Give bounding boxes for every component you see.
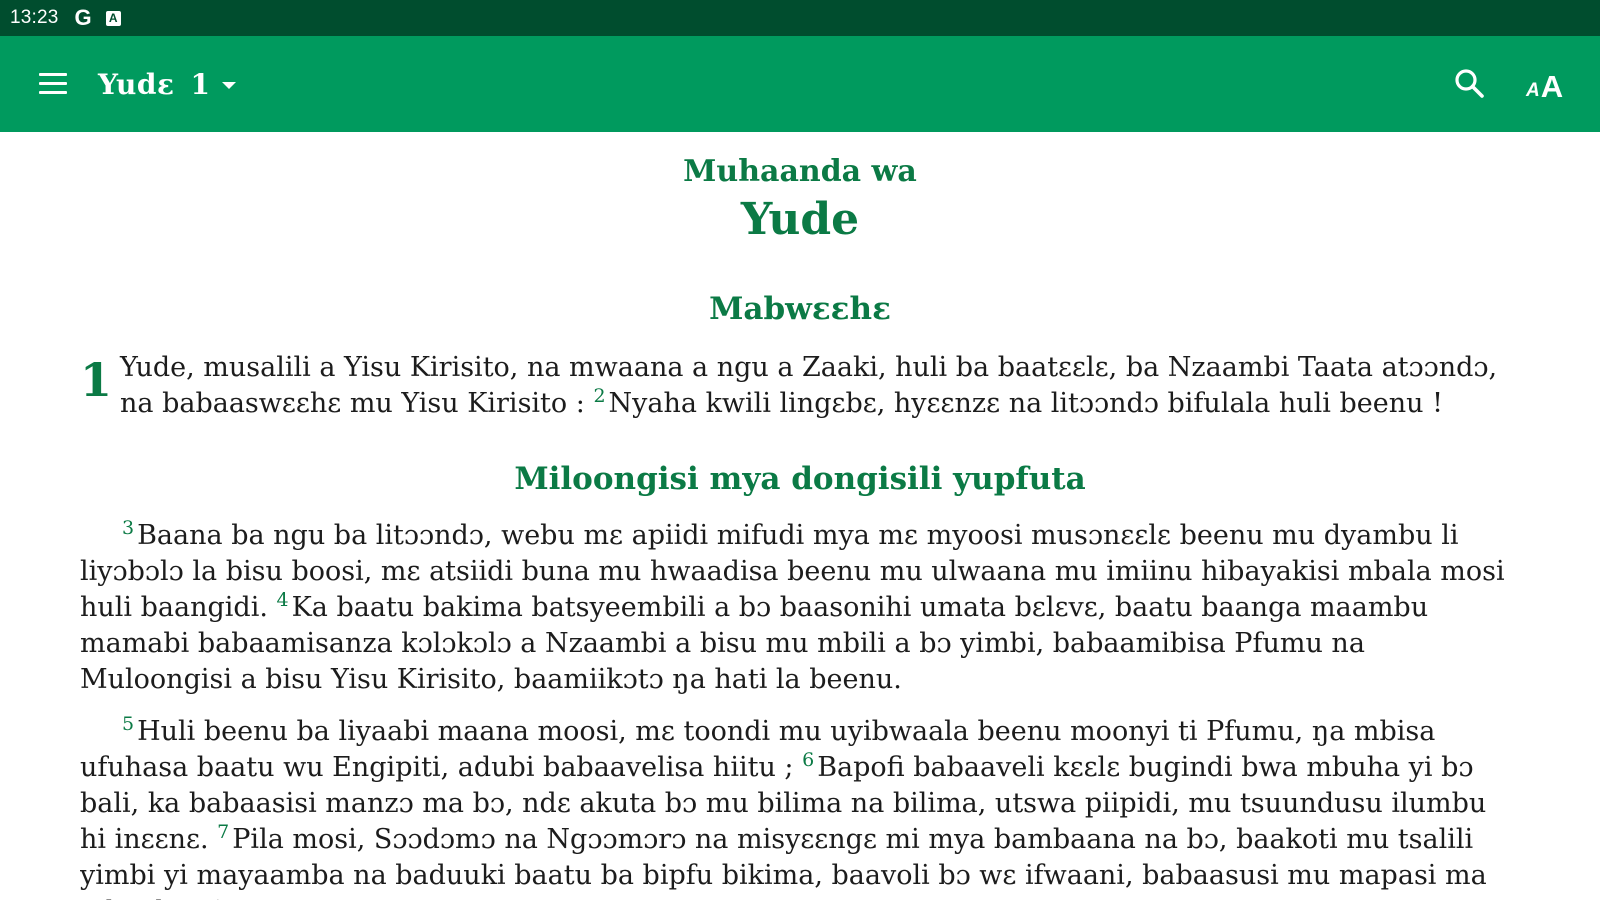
google-icon: G [74, 5, 92, 30]
verse-number: 3 [122, 517, 135, 539]
book-intro: Muhaanda wa [683, 154, 917, 189]
font-size-icon[interactable]: A A [1526, 62, 1570, 106]
chapter-picker[interactable]: Yudɛ 1 [98, 36, 236, 132]
font-size-large-label: A [1540, 69, 1564, 104]
chapter-number: 1 [190, 67, 210, 101]
verse-7[interactable]: Pila mosi, Sɔɔdɔmɔ na Ngɔɔmɔrɔ na misyɛɛ… [80, 824, 1487, 900]
scripture-content[interactable]: Muhaanda wa Yude Mabwɛɛhɛ 1 Yude, musali… [80, 132, 1520, 900]
status-bar: 13:23 G A [0, 0, 1600, 36]
verse-number: 4 [276, 589, 289, 611]
app-bar: Yudɛ 1 A A [0, 36, 1600, 132]
book-name-heading: Yude [740, 194, 860, 245]
paragraph: 5 Huli beenu ba liyaabi maana moosi, mɛ t… [80, 714, 1520, 900]
section-heading: Miloongisi mya dongisili yupfuta [514, 461, 1086, 497]
verse-block: 1 Yude, musalili a Yisu Kirisito, na mwa… [80, 350, 1520, 422]
section-heading: Mabwɛɛhɛ [709, 291, 891, 327]
verse-number: 6 [802, 749, 815, 771]
font-size-small-label: A [1526, 80, 1540, 101]
notification-icon: A [105, 10, 121, 26]
menu-icon[interactable] [36, 70, 70, 98]
paragraph: 3 Baana ba ngu ba litɔɔndɔ, webu mɛ apiid… [80, 518, 1520, 698]
caret-down-icon [222, 81, 236, 89]
chapter-drop-number: 1 [80, 353, 113, 407]
verse-number: 2 [593, 385, 606, 407]
verse-2[interactable]: Nyaha kwili lingɛbɛ, hyɛɛnzɛ na litɔɔndɔ… [609, 388, 1443, 419]
status-time: 13:23 [10, 7, 59, 28]
book-title: Yudɛ [98, 67, 175, 101]
verse-number: 7 [217, 821, 230, 843]
verse-number: 5 [122, 713, 135, 735]
search-icon[interactable] [1452, 66, 1488, 102]
